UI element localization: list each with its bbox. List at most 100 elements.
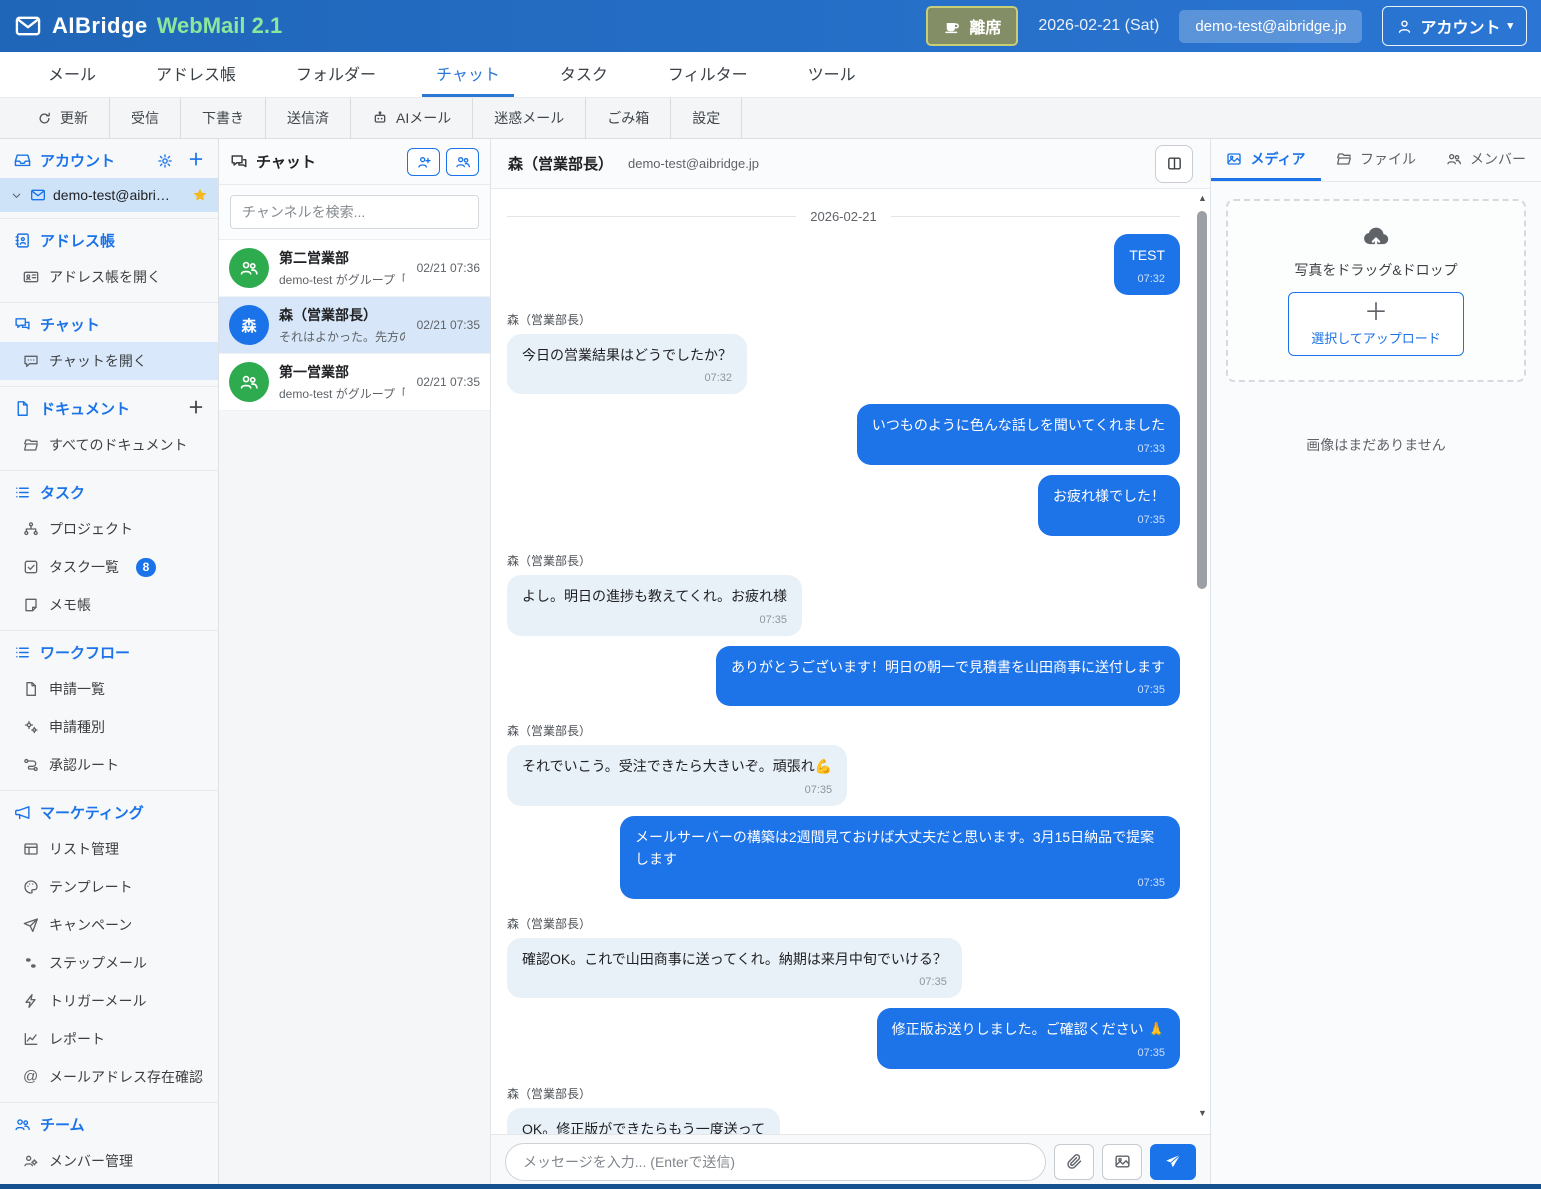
refresh-icon: [37, 111, 52, 126]
sidebar-header-tasks: タスク: [0, 471, 218, 510]
app-logo-envelope-icon: [14, 12, 42, 40]
scroll-down-arrow-icon[interactable]: ▼: [1196, 1108, 1209, 1118]
sidebar-item-trigger-mail[interactable]: トリガーメール: [0, 982, 218, 1020]
message-text: 修正版お送りしました。ご確認ください 🙏: [892, 1021, 1165, 1037]
attach-image-button[interactable]: [1102, 1144, 1142, 1180]
date-divider-label: 2026-02-21: [810, 209, 877, 224]
attach-file-button[interactable]: [1054, 1144, 1094, 1180]
message-input[interactable]: [505, 1143, 1046, 1181]
main-nav-tabs: メール アドレス帳 フォルダー チャット タスク フィルター ツール: [0, 52, 1541, 98]
megaphone-icon: [14, 804, 31, 821]
chat-list-item-mori[interactable]: 森 森（営業部長） それはよかった。先方の… 02/21 07:35: [219, 297, 490, 354]
sidebar-item-reports[interactable]: レポート: [0, 1020, 218, 1058]
sidebar-item-step-mail[interactable]: ステップメール: [0, 944, 218, 982]
tab-folders[interactable]: フォルダー: [282, 52, 390, 97]
group-avatar: [229, 362, 269, 402]
sidebar-item-notes[interactable]: メモ帳: [0, 586, 218, 624]
toolbar-sent[interactable]: 送信済: [266, 98, 351, 138]
tab-tasks[interactable]: タスク: [546, 52, 622, 97]
message-time: 07:33: [872, 441, 1165, 458]
tab-address-book[interactable]: アドレス帳: [142, 52, 250, 97]
chart-icon: [23, 1031, 39, 1047]
sidebar-item-open-chat[interactable]: チャットを開く: [0, 342, 218, 380]
columns-icon: [1166, 155, 1183, 172]
add-account-plus-icon[interactable]: ＋: [188, 153, 204, 169]
message-time: 07:35: [1053, 512, 1165, 529]
gear-icon[interactable]: [157, 153, 173, 169]
sidebar-section-tasks: タスク プロジェクト タスク一覧 8 メモ帳: [0, 471, 218, 631]
chat-list-item-dai1-eigyobu[interactable]: 第一営業部 demo-test がグループ「… 02/21 07:35: [219, 354, 490, 411]
account-email-label: demo-test@aibri…: [53, 187, 185, 203]
star-icon[interactable]: [192, 187, 208, 203]
message-text: ありがとうございます！明日の朝一で見積書を山田商事に送付します: [731, 659, 1165, 675]
channel-search-input[interactable]: [230, 195, 479, 229]
sidebar-section-workflow: ワークフロー 申請一覧 申請種別 承認ルート: [0, 631, 218, 791]
sidebar-item-list-management[interactable]: リスト管理: [0, 830, 218, 868]
sidebar-item-approval-routes[interactable]: 承認ルート: [0, 746, 218, 784]
toolbar-inbox[interactable]: 受信: [110, 98, 181, 138]
toolbar-trash-label: ごみ箱: [607, 108, 649, 128]
users-icon: [14, 1116, 31, 1133]
tab-media[interactable]: メディア: [1211, 139, 1321, 181]
sidebar-item-email-verification[interactable]: @ メールアドレス存在確認: [0, 1058, 218, 1096]
toolbar-refresh[interactable]: 更新: [16, 98, 110, 138]
toolbar-spam[interactable]: 迷惑メール: [473, 98, 586, 138]
toolbar-ai-mail-label: AIメール: [396, 108, 451, 128]
sidebar-section-address-book: アドレス帳 アドレス帳を開く: [0, 219, 218, 303]
note-icon: [23, 597, 39, 613]
sidebar-item-task-list[interactable]: タスク一覧 8: [0, 548, 218, 586]
sidebar-item-projects[interactable]: プロジェクト: [0, 510, 218, 548]
account-menu-button[interactable]: アカウント ▾: [1382, 6, 1527, 46]
conversation-panel: 森（営業部長） demo-test@aibridge.jp 2026-02-21…: [491, 139, 1210, 1188]
tab-tools[interactable]: ツール: [794, 52, 870, 97]
message-time: 07:35: [522, 974, 947, 991]
send-message-button[interactable]: [1150, 1144, 1196, 1180]
product-name: WebMail 2.1: [157, 13, 283, 39]
toolbar-drafts[interactable]: 下書き: [181, 98, 266, 138]
sidebar-item-account-demo-test[interactable]: demo-test@aibri…: [0, 178, 218, 212]
side-panel-tabs: メディア ファイル メンバー: [1211, 139, 1541, 182]
sidebar-item-campaigns[interactable]: キャンペーン: [0, 906, 218, 944]
select-upload-button[interactable]: ＋ 選択してアップロード: [1288, 292, 1464, 356]
toolbar-settings[interactable]: 設定: [671, 98, 742, 138]
sidebar-header-workflow: ワークフロー: [0, 631, 218, 670]
tab-chat[interactable]: チャット: [422, 52, 514, 97]
sidebar-section-team: チーム メンバー管理: [0, 1103, 218, 1187]
sidebar-item-all-documents[interactable]: すべてのドキュメント: [0, 426, 218, 464]
initial-avatar: 森: [229, 305, 269, 345]
toggle-side-panel-button[interactable]: [1155, 145, 1193, 183]
toolbar-trash[interactable]: ごみ箱: [586, 98, 671, 138]
toolbar-ai-mail[interactable]: AIメール: [351, 98, 473, 138]
tab-members[interactable]: メンバー: [1431, 139, 1541, 181]
sidebar-item-application-types[interactable]: 申請種別: [0, 708, 218, 746]
scroll-up-arrow-icon[interactable]: ▲: [1196, 193, 1209, 203]
sidebar-item-label: メモ帳: [49, 595, 91, 615]
sidebar-item-application-list[interactable]: 申請一覧: [0, 670, 218, 708]
users-icon: [239, 258, 259, 278]
tab-files[interactable]: ファイル: [1321, 139, 1431, 181]
sidebar-item-label: キャンペーン: [49, 915, 132, 935]
tab-mail[interactable]: メール: [34, 52, 110, 97]
bolt-icon: [23, 993, 39, 1009]
message-time: 07:35: [522, 782, 832, 799]
send-icon: [1164, 1153, 1182, 1171]
no-images-text: 画像はまだありません: [1211, 435, 1541, 455]
sidebar-item-member-management[interactable]: メンバー管理: [0, 1142, 218, 1180]
message-text: 今日の営業結果はどうでしたか？: [522, 347, 732, 363]
main-content: アカウント ＋ demo-test@aibri… アドレス帳 アドレス帳を開く: [0, 139, 1541, 1188]
photo-dropzone[interactable]: 写真をドラッグ&ドロップ ＋ 選択してアップロード: [1226, 199, 1526, 382]
tab-filters[interactable]: フィルター: [654, 52, 762, 97]
mail-icon: [30, 187, 46, 203]
message-sender: 森（営業部長）: [507, 722, 1180, 739]
sidebar-item-templates[interactable]: テンプレート: [0, 868, 218, 906]
away-status-button[interactable]: 離席: [926, 6, 1018, 46]
add-document-plus-icon[interactable]: ＋: [188, 401, 204, 417]
create-group-button[interactable]: [446, 148, 479, 176]
add-contact-button[interactable]: [407, 148, 440, 176]
task-list-icon: [14, 484, 31, 501]
scrollbar-thumb[interactable]: [1197, 211, 1207, 589]
chat-list-item-dai2-eigyobu[interactable]: 第二営業部 demo-test がグループ「… 02/21 07:36: [219, 240, 490, 297]
sidebar-section-account: アカウント ＋ demo-test@aibri…: [0, 139, 218, 219]
sidebar-item-open-address-book[interactable]: アドレス帳を開く: [0, 258, 218, 296]
message-text: TEST: [1129, 247, 1165, 263]
